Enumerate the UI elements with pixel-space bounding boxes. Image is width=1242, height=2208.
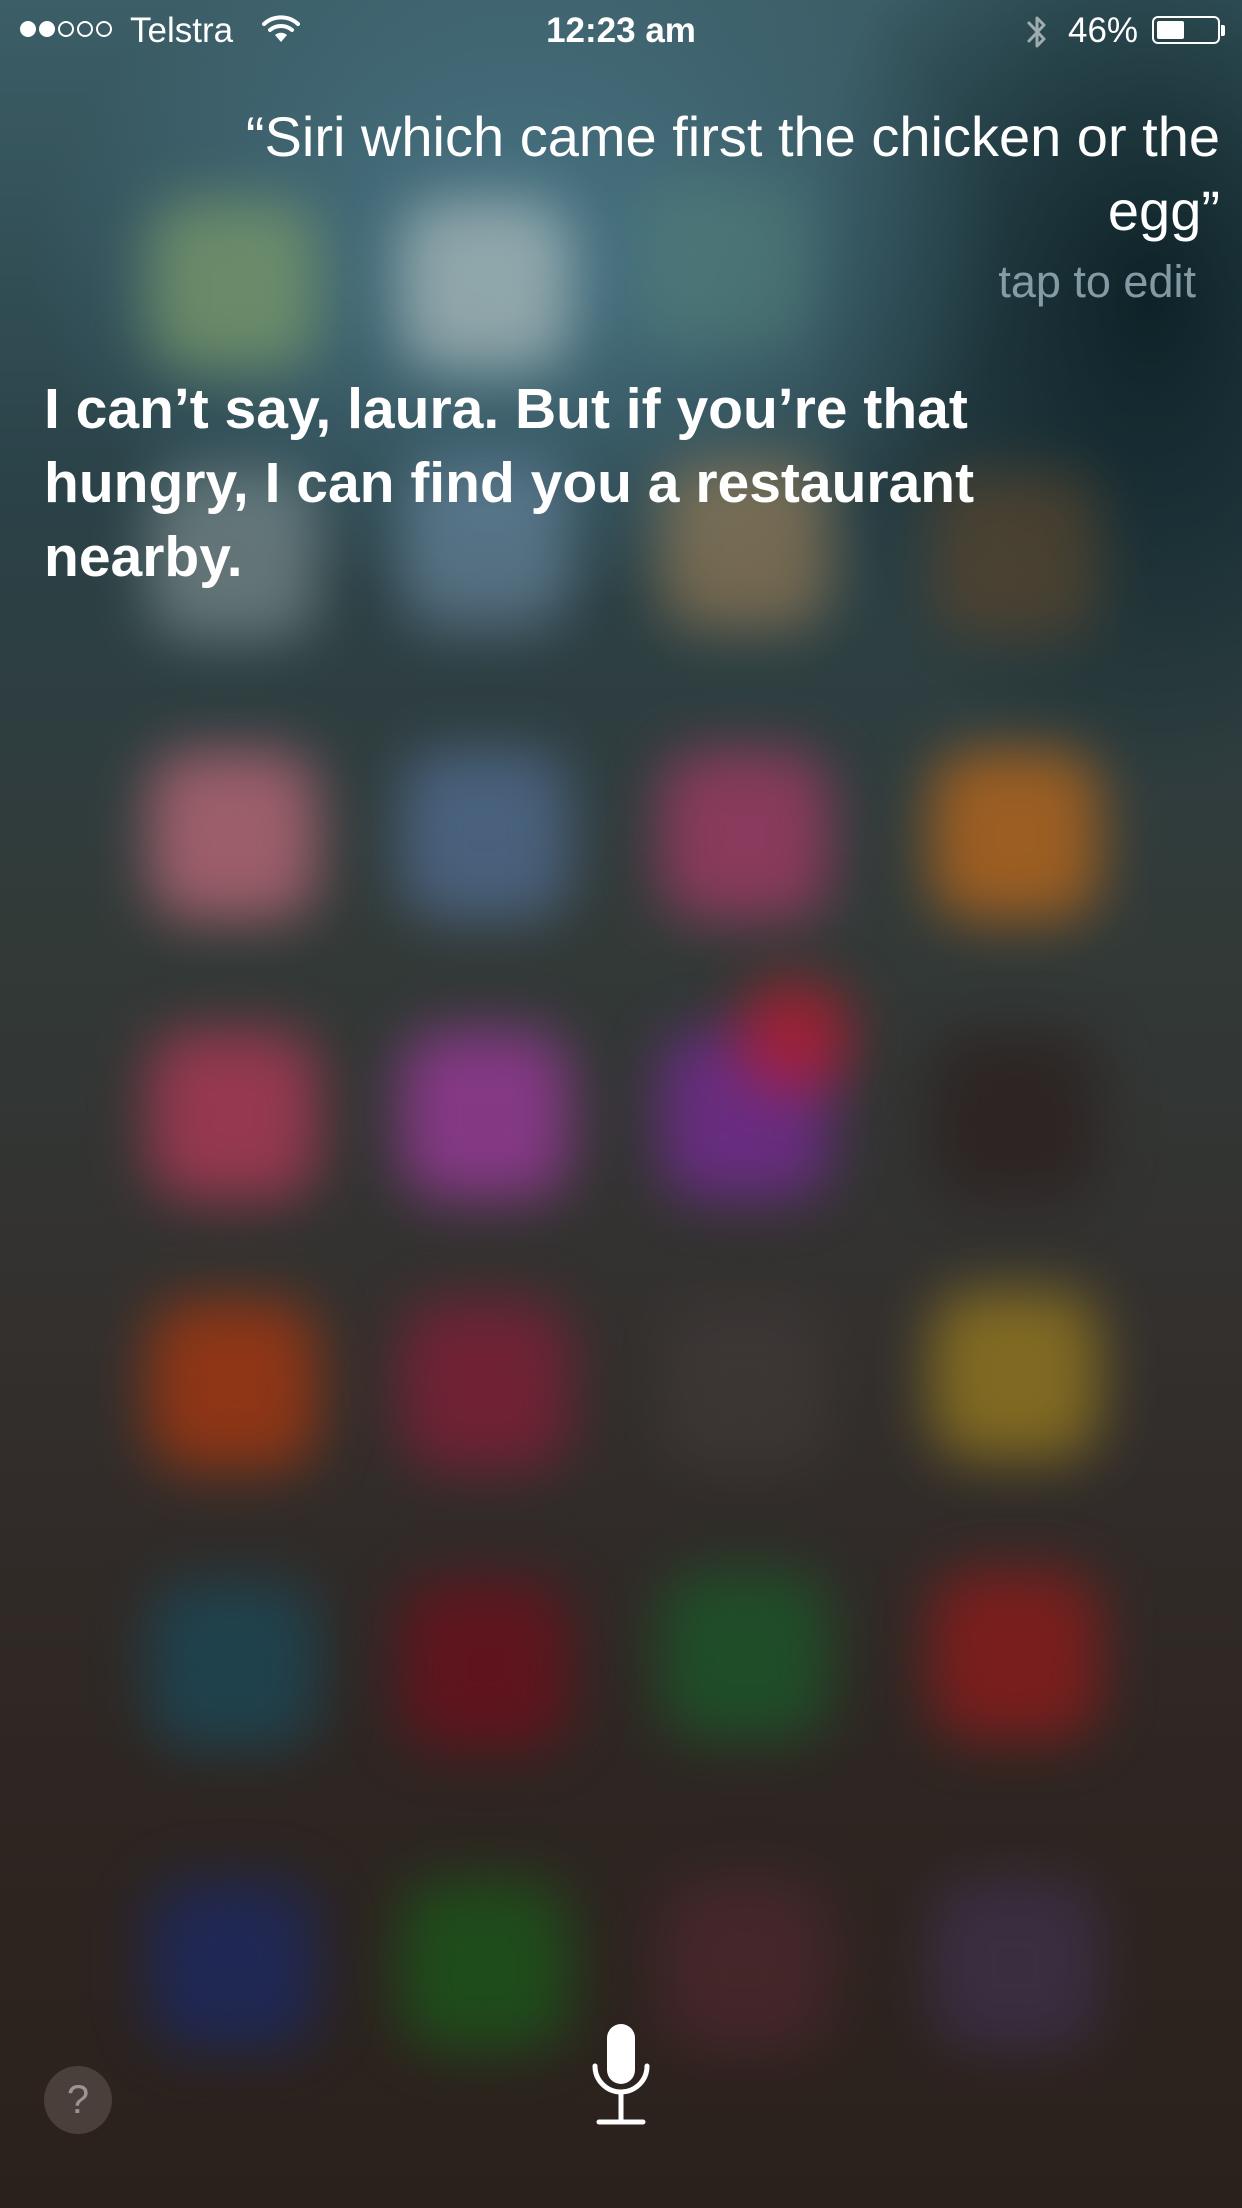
tap-to-edit-link[interactable]: tap to edit xyxy=(998,256,1196,308)
siri-screen: Telstra 12:23 am 46% “Siri which came fi… xyxy=(0,0,1242,2208)
battery-terminal xyxy=(1221,25,1225,36)
battery-icon xyxy=(1152,16,1220,44)
siri-response-text: I can’t say, laura. But if you’re that h… xyxy=(44,377,975,589)
microphone-button[interactable] xyxy=(587,2020,655,2130)
battery-percentage: 46% xyxy=(1068,11,1139,50)
question-icon: ? xyxy=(66,2078,90,2122)
siri-query-text[interactable]: “Siri which came first the chicken or th… xyxy=(120,100,1220,248)
clock: 12:23 am xyxy=(546,11,696,50)
battery-level-fill xyxy=(1157,21,1184,39)
help-button[interactable]: ? xyxy=(44,2066,112,2134)
microphone-icon xyxy=(592,2024,650,2125)
status-bar: Telstra 12:23 am 46% xyxy=(0,0,1242,62)
bluetooth-icon xyxy=(1027,16,1046,48)
